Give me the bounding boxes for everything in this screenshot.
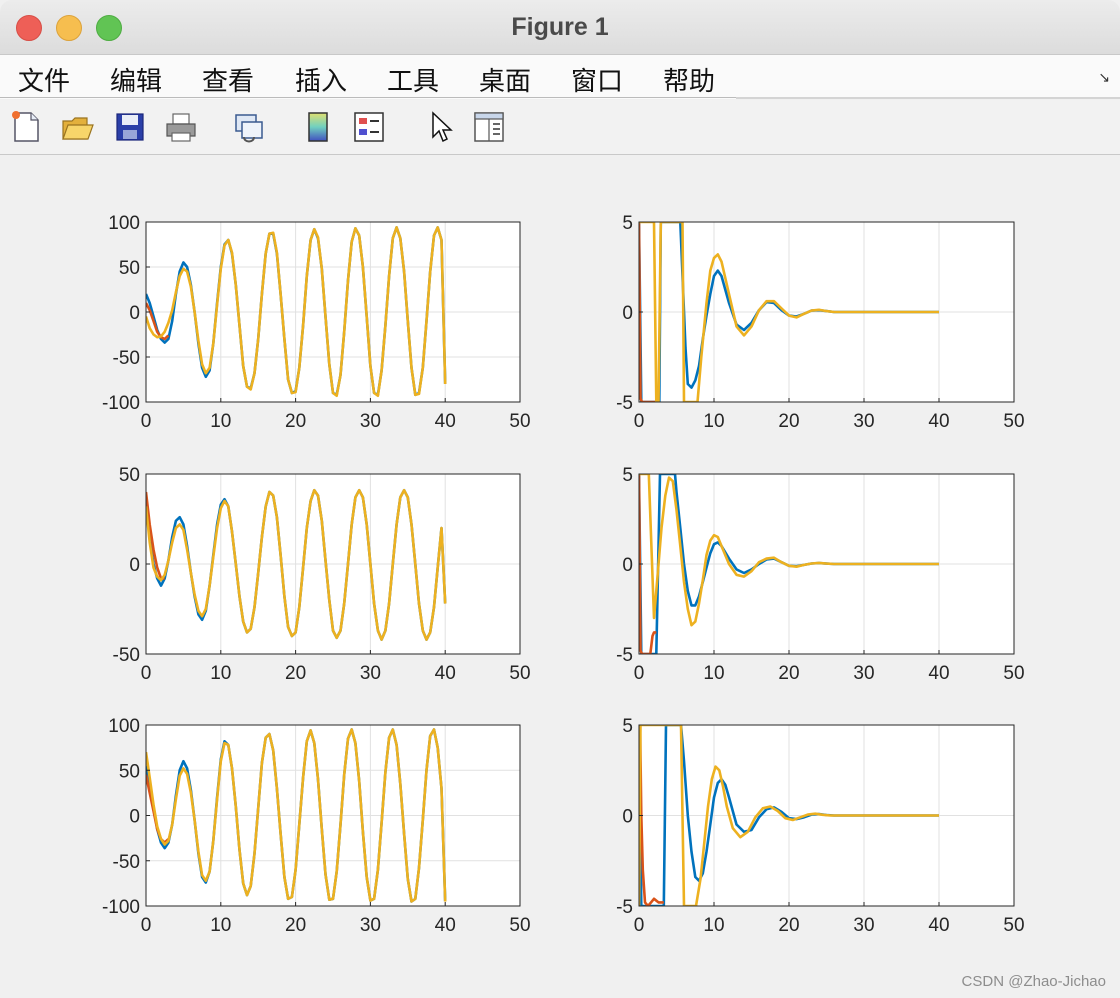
link-plot-icon[interactable] [232,109,266,145]
x-tick-label: 50 [509,915,530,936]
x-tick-label: 10 [210,915,231,936]
watermark: CSDN @Zhao-Jichao [961,973,1106,990]
menu-edit[interactable]: 编辑 [110,61,162,98]
menu-divider [0,97,736,98]
x-tick-label: 30 [853,915,874,936]
x-tick-label: 50 [509,411,530,432]
x-tick-label: 20 [778,411,799,432]
insert-colorbar-icon[interactable] [301,109,335,145]
x-tick-label: 0 [634,411,645,432]
window-title: Figure 1 [511,13,609,41]
x-tick-label: 20 [778,915,799,936]
y-tick-label: 100 [108,716,140,737]
x-tick-label: 10 [703,663,724,684]
y-tick-label: -5 [616,645,633,666]
x-tick-label: 20 [285,915,306,936]
y-tick-label: -100 [102,393,140,414]
x-tick-label: 20 [285,663,306,684]
new-figure-icon[interactable] [9,109,43,145]
menu-file[interactable]: 文件 [18,61,70,98]
x-tick-label: 30 [360,411,381,432]
property-editor-icon[interactable] [472,109,506,145]
y-tick-label: -50 [113,852,140,873]
x-tick-label: 50 [1003,915,1024,936]
print-icon[interactable] [164,109,198,145]
y-tick-label: 50 [119,465,140,486]
x-tick-label: 20 [285,411,306,432]
title-bar[interactable]: Figure 1 [0,0,1120,55]
y-tick-label: 0 [129,807,140,828]
y-tick-label: -5 [616,897,633,918]
x-tick-label: 10 [210,663,231,684]
subplot-4[interactable]: 0 10 20 30 40 50-505 [616,465,1024,684]
x-tick-label: 10 [703,915,724,936]
x-tick-label: 0 [141,411,152,432]
x-tick-label: 0 [634,663,645,684]
x-tick-label: 40 [928,411,949,432]
x-tick-label: 0 [634,915,645,936]
y-tick-label: 0 [622,807,633,828]
y-tick-label: -100 [102,897,140,918]
subplots[interactable]: 0 10 20 30 40 50-100-500501000 10 20 30 40 50-5050… [0,155,1120,998]
y-tick-label: 100 [108,213,140,234]
edit-plot-cursor-icon[interactable] [424,109,458,145]
subplot-1[interactable]: 0 10 20 30 40 50 -100 -50 0 50 100 [102,213,531,432]
y-tick-label: 0 [622,303,633,324]
menu-insert[interactable]: 插入 [295,61,347,98]
x-tick-label: 10 [703,411,724,432]
x-tick-label: 40 [435,411,456,432]
x-tick-label: 30 [853,411,874,432]
x-tick-label: 40 [435,915,456,936]
x-tick-label: 50 [1003,663,1024,684]
y-tick-label: 0 [129,303,140,324]
y-tick-label: -50 [113,645,140,666]
menu-tools[interactable]: 工具 [387,61,439,98]
x-tick-label: 30 [360,915,381,936]
subplot-2[interactable]: 0 10 20 30 40 50-505 [616,213,1024,432]
menu-bar: 文件 编辑 查看 插入 工具 桌面 窗口 帮助 ↘ [0,55,1120,99]
save-icon[interactable] [113,109,147,145]
open-file-icon[interactable] [60,109,94,145]
y-tick-label: 5 [622,716,633,737]
y-tick-label: 0 [622,555,633,576]
y-tick-label: 50 [119,761,140,782]
x-tick-label: 40 [928,915,949,936]
dock-arrow-icon[interactable]: ↘ [1098,69,1110,86]
x-tick-label: 50 [509,663,530,684]
y-tick-label: 5 [622,465,633,486]
menu-desktop[interactable]: 桌面 [479,61,531,98]
x-tick-label: 0 [141,915,152,936]
insert-legend-icon[interactable] [352,109,386,145]
x-tick-label: 50 [1003,411,1024,432]
y-tick-label: -50 [113,348,140,369]
figure-window: Figure 1 文件 编辑 查看 插入 工具 桌面 窗口 帮助 ↘ 0 10 … [0,0,1120,998]
y-tick-label: -5 [616,393,633,414]
x-tick-label: 20 [778,663,799,684]
y-tick-label: 0 [129,555,140,576]
x-tick-label: 40 [928,663,949,684]
x-tick-label: 30 [853,663,874,684]
figure-canvas[interactable]: 0 10 20 30 40 50 -100 -50 0 50 100 0 10 20 30 40 50 -5 0 5 0… [0,155,1120,998]
menu-view[interactable]: 查看 [202,61,254,98]
menu-divider-right [736,97,1120,99]
subplot-3[interactable]: 0 10 20 30 40 50-50050 [113,465,531,684]
subplot-5[interactable]: 0 10 20 30 40 50 -100 -50 0 50 100 [102,716,531,936]
menu-window[interactable]: 窗口 [571,61,623,98]
x-tick-label: 40 [435,663,456,684]
x-tick-label: 10 [210,411,231,432]
menu-help[interactable]: 帮助 [663,61,715,98]
y-tick-label: 50 [119,258,140,279]
toolbar [0,100,1120,155]
x-tick-label: 0 [141,663,152,684]
y-tick-label: 5 [622,213,633,234]
subplot-6[interactable]: 0 10 20 30 40 50-505 [616,716,1024,936]
x-tick-label: 30 [360,663,381,684]
